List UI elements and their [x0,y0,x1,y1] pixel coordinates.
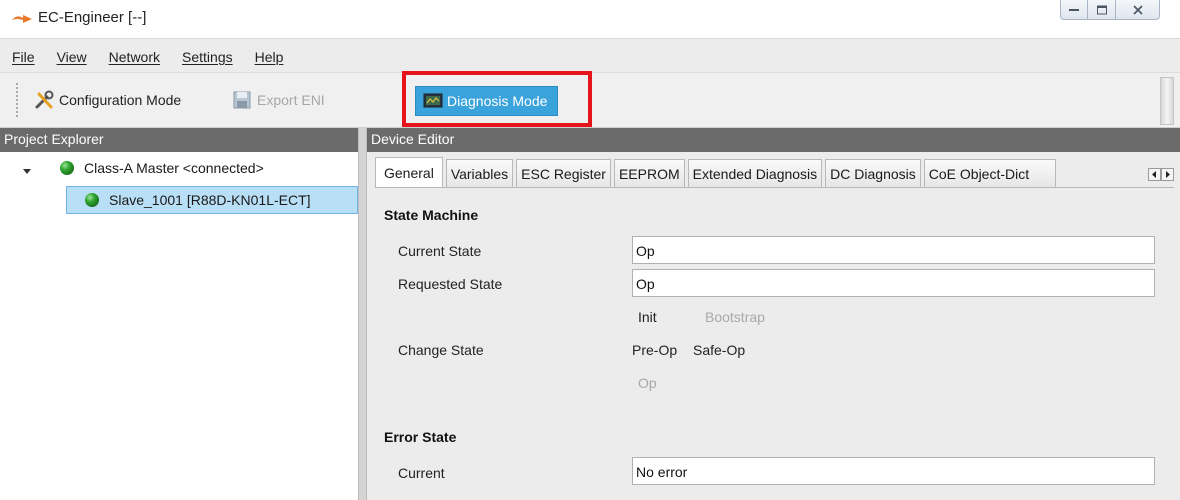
tools-icon [34,90,56,110]
requested-state-field: Op [632,269,1155,297]
device-editor-header: Device Editor [367,128,1180,152]
current-state-field: Op [632,236,1155,264]
title-bar: EC-Engineer [--] [0,0,1180,38]
panel-splitter[interactable] [358,128,367,500]
tab-esc-register[interactable]: ESC Register [516,159,611,187]
current-state-label: Current State [398,243,482,259]
device-editor: General Variables ESC Register EEPROM Ex… [367,152,1180,500]
minimize-button[interactable] [1060,0,1088,20]
project-explorer-tree: Class-A Master <connected> Slave_1001 [R… [0,152,358,500]
tab-scroll-buttons [1148,168,1174,181]
menu-network[interactable]: Network [109,47,160,65]
tab-eeprom[interactable]: EEPROM [613,159,685,187]
menu-bar: File View Network Settings Help [0,38,1180,72]
preop-button[interactable]: Pre-Op [632,342,677,358]
master-label: Class-A Master <connected> [84,160,264,176]
window-controls [1060,0,1160,20]
requested-state-label: Requested State [398,276,503,292]
error-current-field: No error [632,457,1155,485]
init-button[interactable]: Init [638,309,657,325]
toolbar-overflow-button[interactable] [1160,77,1174,125]
state-machine-title: State Machine [384,207,479,223]
configuration-mode-button[interactable]: Configuration Mode [34,87,181,113]
tab-extended-diagnosis[interactable]: Extended Diagnosis [687,159,823,187]
editor-tabs: General Variables ESC Register EEPROM Ex… [375,157,1059,187]
menu-settings[interactable]: Settings [182,47,233,65]
save-icon [232,90,254,110]
op-button[interactable]: Op [638,375,657,391]
app-logo-icon [11,12,33,26]
slave-label: Slave_1001 [R88D-KN01L-ECT] [109,192,311,208]
toolbar-grip[interactable] [16,83,19,117]
tab-dc-diagnosis[interactable]: DC Diagnosis [825,159,921,187]
menu-file[interactable]: File [12,47,35,65]
tree-item-slave[interactable]: Slave_1001 [R88D-KN01L-ECT] [66,186,358,214]
tree-item-master[interactable]: Class-A Master <connected> [22,154,264,182]
error-state-title: Error State [384,429,457,445]
error-current-label: Current [398,465,445,481]
tab-variables[interactable]: Variables [445,159,514,187]
safeop-button[interactable]: Safe-Op [693,342,745,358]
project-explorer-header: Project Explorer [0,128,358,152]
window-title: EC-Engineer [--] [38,9,147,26]
bootstrap-button[interactable]: Bootstrap [705,309,765,325]
configuration-mode-label: Configuration Mode [59,92,182,108]
tab-general[interactable]: General [375,157,443,187]
menu-view[interactable]: View [57,47,87,65]
general-tab-content: State Machine Current State Op Requested… [375,187,1174,500]
expand-arrow-icon[interactable] [22,163,32,174]
tab-scroll-left-icon[interactable] [1148,168,1161,181]
maximize-button[interactable] [1088,0,1116,20]
close-button[interactable] [1116,0,1160,20]
highlight-annotation [402,71,592,127]
export-eni-button[interactable]: Export ENI [232,87,325,113]
status-led-icon [85,193,99,207]
export-eni-label: Export ENI [257,92,325,108]
status-led-icon [60,161,74,175]
menu-help[interactable]: Help [255,47,284,65]
tab-scroll-right-icon[interactable] [1161,168,1174,181]
change-state-label: Change State [398,342,484,358]
tab-coe-object-dict[interactable]: CoE Object-Dict [923,159,1056,187]
